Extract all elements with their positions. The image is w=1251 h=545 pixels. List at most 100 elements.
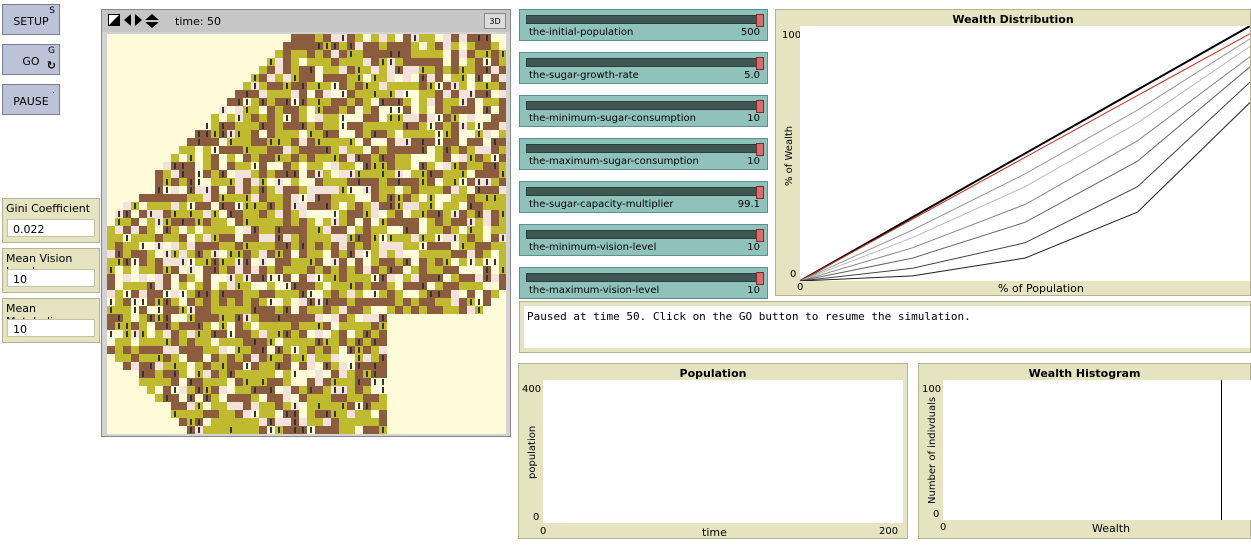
patch <box>243 402 251 410</box>
agent-icon <box>166 339 168 345</box>
patch <box>403 74 411 82</box>
agent-icon <box>486 107 488 113</box>
patch <box>387 34 395 42</box>
patch <box>251 282 259 290</box>
agent-icon <box>318 299 320 305</box>
patch <box>363 410 371 418</box>
agent-icon <box>278 251 280 257</box>
patch <box>371 58 379 66</box>
slider-thumb[interactable] <box>756 186 764 199</box>
patch <box>483 218 491 226</box>
patch <box>467 122 475 130</box>
patch <box>451 194 459 202</box>
setup-button[interactable]: SETUP S <box>2 4 60 35</box>
slider-maximum-vision-level[interactable]: the-maximum-vision-level 10 <box>519 267 768 299</box>
patch <box>331 130 339 138</box>
patch <box>339 426 347 434</box>
slider-track[interactable] <box>526 229 764 242</box>
agent-icon <box>486 59 488 65</box>
patch <box>387 170 395 178</box>
patch <box>339 154 347 162</box>
agent-icon <box>142 331 144 337</box>
patch <box>227 338 235 346</box>
patch <box>467 170 475 178</box>
monitor-mean-vision-level: Mean Vision Level 10 <box>2 248 100 293</box>
patch <box>379 42 387 50</box>
patch <box>331 106 339 114</box>
patch <box>163 330 171 338</box>
patch <box>259 370 267 378</box>
arrow-left-right-icon[interactable] <box>124 14 142 29</box>
slider-minimum-vision-level[interactable]: the-minimum-vision-level 10 <box>519 224 768 256</box>
patch <box>243 386 251 394</box>
patch <box>491 290 499 298</box>
arrow-up-down-icon[interactable] <box>145 14 159 31</box>
slider-track[interactable] <box>526 57 764 70</box>
patch <box>459 258 467 266</box>
patch <box>331 298 339 306</box>
slider-thumb[interactable] <box>756 57 764 70</box>
patch <box>203 138 211 146</box>
slider-track[interactable] <box>526 100 764 113</box>
slider-track[interactable] <box>526 186 764 199</box>
slider-thumb[interactable] <box>756 100 764 113</box>
patch <box>475 242 483 250</box>
patch <box>387 298 395 306</box>
patch <box>315 354 323 362</box>
zoom-icon[interactable] <box>108 14 120 29</box>
agent-icon <box>382 219 384 225</box>
slider-track[interactable] <box>526 272 764 285</box>
patch <box>347 178 355 186</box>
patch <box>355 386 363 394</box>
go-button[interactable]: GO G ↻ <box>2 44 60 75</box>
patch <box>379 418 387 426</box>
agent-icon <box>206 387 208 393</box>
3d-button[interactable]: 3D <box>484 13 506 29</box>
agent-icon <box>238 99 240 105</box>
patch <box>323 82 331 90</box>
patch <box>171 234 179 242</box>
patch <box>139 314 147 322</box>
patch <box>179 370 187 378</box>
patch <box>115 306 123 314</box>
agent-icon <box>358 379 360 385</box>
patch <box>403 218 411 226</box>
patch <box>403 106 411 114</box>
agent-icon <box>438 211 440 217</box>
patch <box>403 170 411 178</box>
slider-track[interactable] <box>526 14 764 27</box>
slider-thumb[interactable] <box>756 14 764 27</box>
patch <box>355 258 363 266</box>
agent-icon <box>198 179 200 185</box>
patch <box>451 290 459 298</box>
patch <box>203 330 211 338</box>
slider-track[interactable] <box>526 143 764 156</box>
patch <box>435 50 443 58</box>
agent-icon <box>238 251 240 257</box>
agent-icon <box>166 291 168 297</box>
patch <box>219 226 227 234</box>
patch <box>307 234 315 242</box>
pause-button[interactable]: PAUSE . <box>2 84 60 115</box>
patch <box>499 242 506 250</box>
patch <box>371 122 379 130</box>
patch <box>451 250 459 258</box>
patch <box>323 274 331 282</box>
slider-initial-population[interactable]: the-initial-population 500 <box>519 9 768 41</box>
slider-thumb[interactable] <box>756 143 764 156</box>
patch <box>203 234 211 242</box>
slider-minimum-sugar-consumption[interactable]: the-minimum-sugar-consumption 10 <box>519 95 768 127</box>
agent-icon <box>182 259 184 265</box>
slider-sugar-capacity-multiplier[interactable]: the-sugar-capacity-multiplier 99.1 <box>519 181 768 213</box>
patch <box>211 314 219 322</box>
patch <box>339 306 347 314</box>
patch <box>227 386 235 394</box>
patch <box>211 394 219 402</box>
slider-thumb[interactable] <box>756 229 764 242</box>
patch <box>403 154 411 162</box>
slider-sugar-growth-rate[interactable]: the-sugar-growth-rate 5.0 <box>519 52 768 84</box>
slider-maximum-sugar-consumption[interactable]: the-maximum-sugar-consumption 10 <box>519 138 768 170</box>
slider-thumb[interactable] <box>756 272 764 285</box>
agent-icon <box>222 203 224 209</box>
agent-icon <box>286 171 288 177</box>
